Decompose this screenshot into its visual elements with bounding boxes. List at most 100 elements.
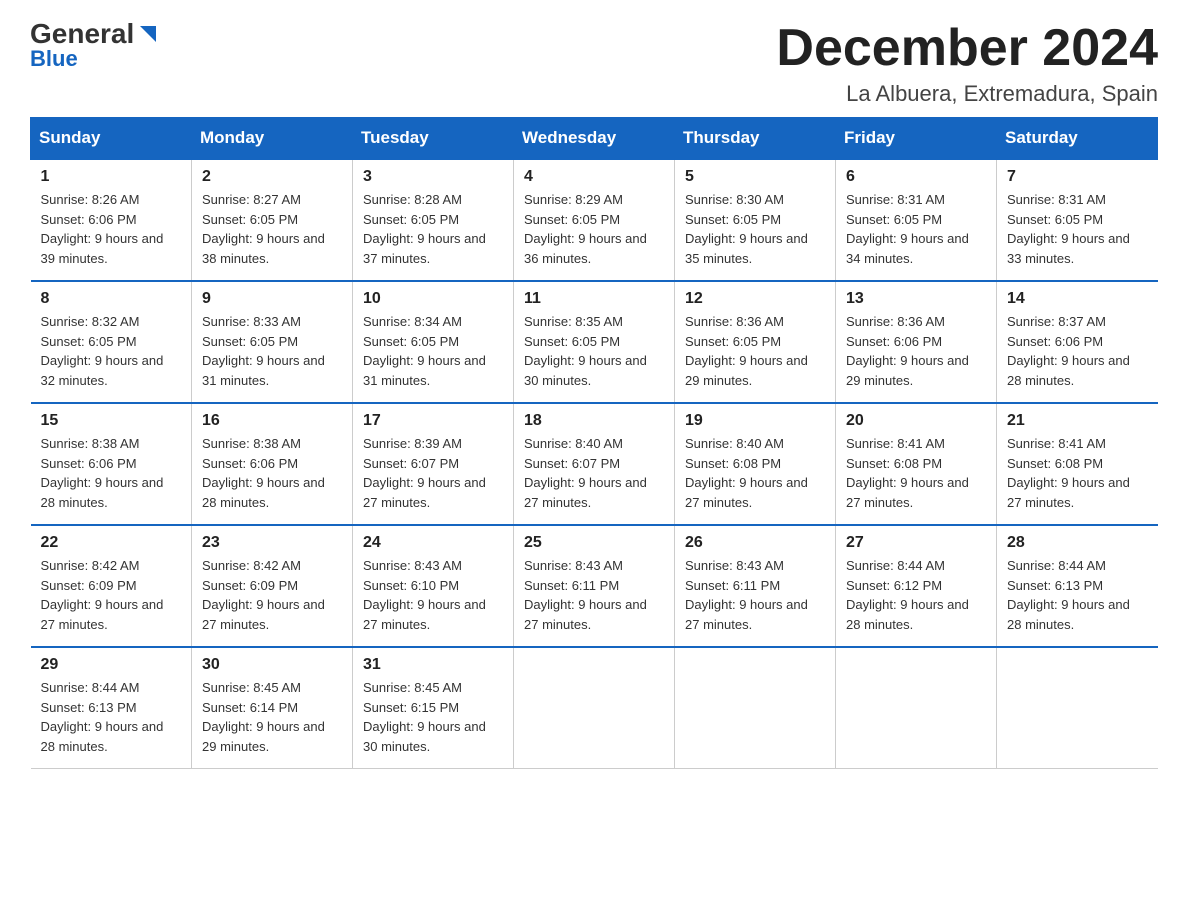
day-number: 28 [1007, 534, 1148, 552]
day-info: Sunrise: 8:42 AMSunset: 6:09 PMDaylight:… [41, 558, 164, 632]
calendar-week-row: 22 Sunrise: 8:42 AMSunset: 6:09 PMDaylig… [31, 525, 1158, 647]
calendar-cell: 28 Sunrise: 8:44 AMSunset: 6:13 PMDaylig… [997, 525, 1158, 647]
calendar-cell: 15 Sunrise: 8:38 AMSunset: 6:06 PMDaylig… [31, 403, 192, 525]
logo-general-text: General [30, 20, 134, 48]
calendar-cell: 13 Sunrise: 8:36 AMSunset: 6:06 PMDaylig… [836, 281, 997, 403]
day-number: 14 [1007, 290, 1148, 308]
day-info: Sunrise: 8:40 AMSunset: 6:08 PMDaylight:… [685, 436, 808, 510]
calendar-cell [997, 647, 1158, 769]
day-info: Sunrise: 8:38 AMSunset: 6:06 PMDaylight:… [41, 436, 164, 510]
day-info: Sunrise: 8:38 AMSunset: 6:06 PMDaylight:… [202, 436, 325, 510]
calendar-cell: 25 Sunrise: 8:43 AMSunset: 6:11 PMDaylig… [514, 525, 675, 647]
calendar-cell: 24 Sunrise: 8:43 AMSunset: 6:10 PMDaylig… [353, 525, 514, 647]
calendar-table: SundayMondayTuesdayWednesdayThursdayFrid… [30, 117, 1158, 769]
day-number: 22 [41, 534, 182, 552]
month-title: December 2024 [776, 20, 1158, 77]
calendar-cell: 12 Sunrise: 8:36 AMSunset: 6:05 PMDaylig… [675, 281, 836, 403]
day-number: 1 [41, 168, 182, 186]
logo-triangle-icon [136, 24, 160, 46]
day-number: 16 [202, 412, 342, 430]
location: La Albuera, Extremadura, Spain [776, 81, 1158, 107]
day-number: 10 [363, 290, 503, 308]
calendar-cell: 22 Sunrise: 8:42 AMSunset: 6:09 PMDaylig… [31, 525, 192, 647]
day-info: Sunrise: 8:32 AMSunset: 6:05 PMDaylight:… [41, 314, 164, 388]
day-number: 18 [524, 412, 664, 430]
calendar-cell: 26 Sunrise: 8:43 AMSunset: 6:11 PMDaylig… [675, 525, 836, 647]
header-friday: Friday [836, 118, 997, 160]
day-info: Sunrise: 8:44 AMSunset: 6:13 PMDaylight:… [1007, 558, 1130, 632]
header-tuesday: Tuesday [353, 118, 514, 160]
calendar-cell: 3 Sunrise: 8:28 AMSunset: 6:05 PMDayligh… [353, 159, 514, 281]
day-number: 24 [363, 534, 503, 552]
calendar-cell: 11 Sunrise: 8:35 AMSunset: 6:05 PMDaylig… [514, 281, 675, 403]
day-number: 7 [1007, 168, 1148, 186]
calendar-cell: 23 Sunrise: 8:42 AMSunset: 6:09 PMDaylig… [192, 525, 353, 647]
header-saturday: Saturday [997, 118, 1158, 160]
calendar-cell: 18 Sunrise: 8:40 AMSunset: 6:07 PMDaylig… [514, 403, 675, 525]
calendar-cell: 4 Sunrise: 8:29 AMSunset: 6:05 PMDayligh… [514, 159, 675, 281]
day-info: Sunrise: 8:29 AMSunset: 6:05 PMDaylight:… [524, 192, 647, 266]
calendar-header-row: SundayMondayTuesdayWednesdayThursdayFrid… [31, 118, 1158, 160]
day-info: Sunrise: 8:27 AMSunset: 6:05 PMDaylight:… [202, 192, 325, 266]
day-info: Sunrise: 8:42 AMSunset: 6:09 PMDaylight:… [202, 558, 325, 632]
day-number: 21 [1007, 412, 1148, 430]
calendar-cell: 9 Sunrise: 8:33 AMSunset: 6:05 PMDayligh… [192, 281, 353, 403]
day-number: 8 [41, 290, 182, 308]
day-number: 13 [846, 290, 986, 308]
header-wednesday: Wednesday [514, 118, 675, 160]
day-info: Sunrise: 8:45 AMSunset: 6:14 PMDaylight:… [202, 680, 325, 754]
day-number: 6 [846, 168, 986, 186]
day-number: 31 [363, 656, 503, 674]
calendar-cell: 27 Sunrise: 8:44 AMSunset: 6:12 PMDaylig… [836, 525, 997, 647]
day-number: 4 [524, 168, 664, 186]
day-info: Sunrise: 8:28 AMSunset: 6:05 PMDaylight:… [363, 192, 486, 266]
day-number: 12 [685, 290, 825, 308]
day-info: Sunrise: 8:43 AMSunset: 6:10 PMDaylight:… [363, 558, 486, 632]
day-number: 25 [524, 534, 664, 552]
calendar-cell [514, 647, 675, 769]
day-number: 9 [202, 290, 342, 308]
calendar-cell: 16 Sunrise: 8:38 AMSunset: 6:06 PMDaylig… [192, 403, 353, 525]
calendar-cell: 29 Sunrise: 8:44 AMSunset: 6:13 PMDaylig… [31, 647, 192, 769]
day-info: Sunrise: 8:40 AMSunset: 6:07 PMDaylight:… [524, 436, 647, 510]
day-number: 30 [202, 656, 342, 674]
calendar-cell: 31 Sunrise: 8:45 AMSunset: 6:15 PMDaylig… [353, 647, 514, 769]
day-number: 5 [685, 168, 825, 186]
day-info: Sunrise: 8:41 AMSunset: 6:08 PMDaylight:… [846, 436, 969, 510]
calendar-week-row: 15 Sunrise: 8:38 AMSunset: 6:06 PMDaylig… [31, 403, 1158, 525]
day-number: 19 [685, 412, 825, 430]
calendar-cell: 20 Sunrise: 8:41 AMSunset: 6:08 PMDaylig… [836, 403, 997, 525]
day-info: Sunrise: 8:45 AMSunset: 6:15 PMDaylight:… [363, 680, 486, 754]
title-block: December 2024 La Albuera, Extremadura, S… [776, 20, 1158, 107]
day-info: Sunrise: 8:36 AMSunset: 6:06 PMDaylight:… [846, 314, 969, 388]
day-info: Sunrise: 8:35 AMSunset: 6:05 PMDaylight:… [524, 314, 647, 388]
calendar-cell [836, 647, 997, 769]
day-info: Sunrise: 8:34 AMSunset: 6:05 PMDaylight:… [363, 314, 486, 388]
calendar-cell: 21 Sunrise: 8:41 AMSunset: 6:08 PMDaylig… [997, 403, 1158, 525]
calendar-cell: 14 Sunrise: 8:37 AMSunset: 6:06 PMDaylig… [997, 281, 1158, 403]
day-info: Sunrise: 8:36 AMSunset: 6:05 PMDaylight:… [685, 314, 808, 388]
day-number: 2 [202, 168, 342, 186]
calendar-cell: 8 Sunrise: 8:32 AMSunset: 6:05 PMDayligh… [31, 281, 192, 403]
calendar-cell: 5 Sunrise: 8:30 AMSunset: 6:05 PMDayligh… [675, 159, 836, 281]
day-number: 15 [41, 412, 182, 430]
day-info: Sunrise: 8:43 AMSunset: 6:11 PMDaylight:… [685, 558, 808, 632]
calendar-cell: 10 Sunrise: 8:34 AMSunset: 6:05 PMDaylig… [353, 281, 514, 403]
day-info: Sunrise: 8:31 AMSunset: 6:05 PMDaylight:… [846, 192, 969, 266]
day-info: Sunrise: 8:41 AMSunset: 6:08 PMDaylight:… [1007, 436, 1130, 510]
day-info: Sunrise: 8:31 AMSunset: 6:05 PMDaylight:… [1007, 192, 1130, 266]
day-number: 20 [846, 412, 986, 430]
day-number: 17 [363, 412, 503, 430]
day-number: 27 [846, 534, 986, 552]
day-info: Sunrise: 8:37 AMSunset: 6:06 PMDaylight:… [1007, 314, 1130, 388]
header-monday: Monday [192, 118, 353, 160]
day-info: Sunrise: 8:44 AMSunset: 6:13 PMDaylight:… [41, 680, 164, 754]
logo-blue-text: Blue [30, 48, 78, 70]
calendar-cell: 17 Sunrise: 8:39 AMSunset: 6:07 PMDaylig… [353, 403, 514, 525]
calendar-week-row: 8 Sunrise: 8:32 AMSunset: 6:05 PMDayligh… [31, 281, 1158, 403]
day-info: Sunrise: 8:39 AMSunset: 6:07 PMDaylight:… [363, 436, 486, 510]
day-number: 29 [41, 656, 182, 674]
calendar-cell: 7 Sunrise: 8:31 AMSunset: 6:05 PMDayligh… [997, 159, 1158, 281]
day-number: 3 [363, 168, 503, 186]
calendar-cell: 6 Sunrise: 8:31 AMSunset: 6:05 PMDayligh… [836, 159, 997, 281]
